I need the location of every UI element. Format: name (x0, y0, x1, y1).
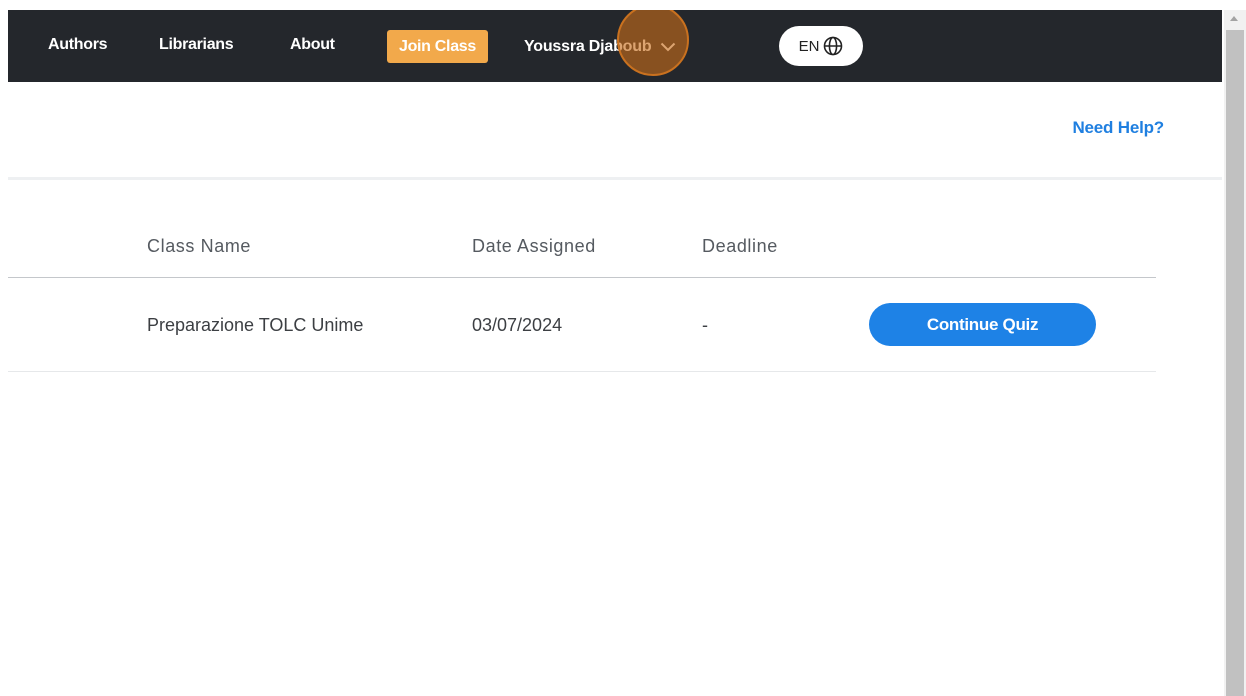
page-viewport: Authors Librarians About Join Class Yous… (8, 10, 1222, 696)
nav-librarians-link[interactable]: Librarians (159, 36, 234, 54)
header-deadline: Deadline (702, 236, 778, 256)
header-date-assigned: Date Assigned (472, 236, 596, 256)
nav-authors-link[interactable]: Authors (48, 36, 108, 54)
header-divider (8, 277, 1156, 278)
top-navigation-bar: Authors Librarians About Join Class Yous… (8, 10, 1222, 82)
page-subheader: Need Help? (8, 82, 1222, 180)
user-menu-dropdown[interactable]: Youssra Djaboub (524, 34, 676, 60)
row-divider (8, 371, 1156, 372)
date-assigned-cell: 03/07/2024 (472, 315, 563, 335)
scroll-up-arrow-icon[interactable] (1230, 16, 1238, 21)
need-help-link[interactable]: Need Help? (1072, 118, 1164, 138)
user-name: Youssra Djaboub (524, 38, 652, 55)
header-class-name: Class Name (147, 236, 252, 256)
globe-icon (824, 36, 843, 56)
continue-quiz-button[interactable]: Continue Quiz (869, 303, 1096, 346)
nav-about-link[interactable]: About (290, 36, 335, 54)
language-label: EN (798, 37, 820, 55)
class-name-cell: Preparazione TOLC Unime (147, 315, 364, 335)
join-class-button[interactable]: Join Class (387, 30, 488, 63)
language-selector[interactable]: EN (779, 26, 863, 66)
scrollbar-thumb[interactable] (1226, 30, 1244, 696)
chevron-down-icon (661, 42, 676, 52)
deadline-cell: - (702, 315, 708, 335)
vertical-scrollbar[interactable] (1224, 10, 1246, 696)
